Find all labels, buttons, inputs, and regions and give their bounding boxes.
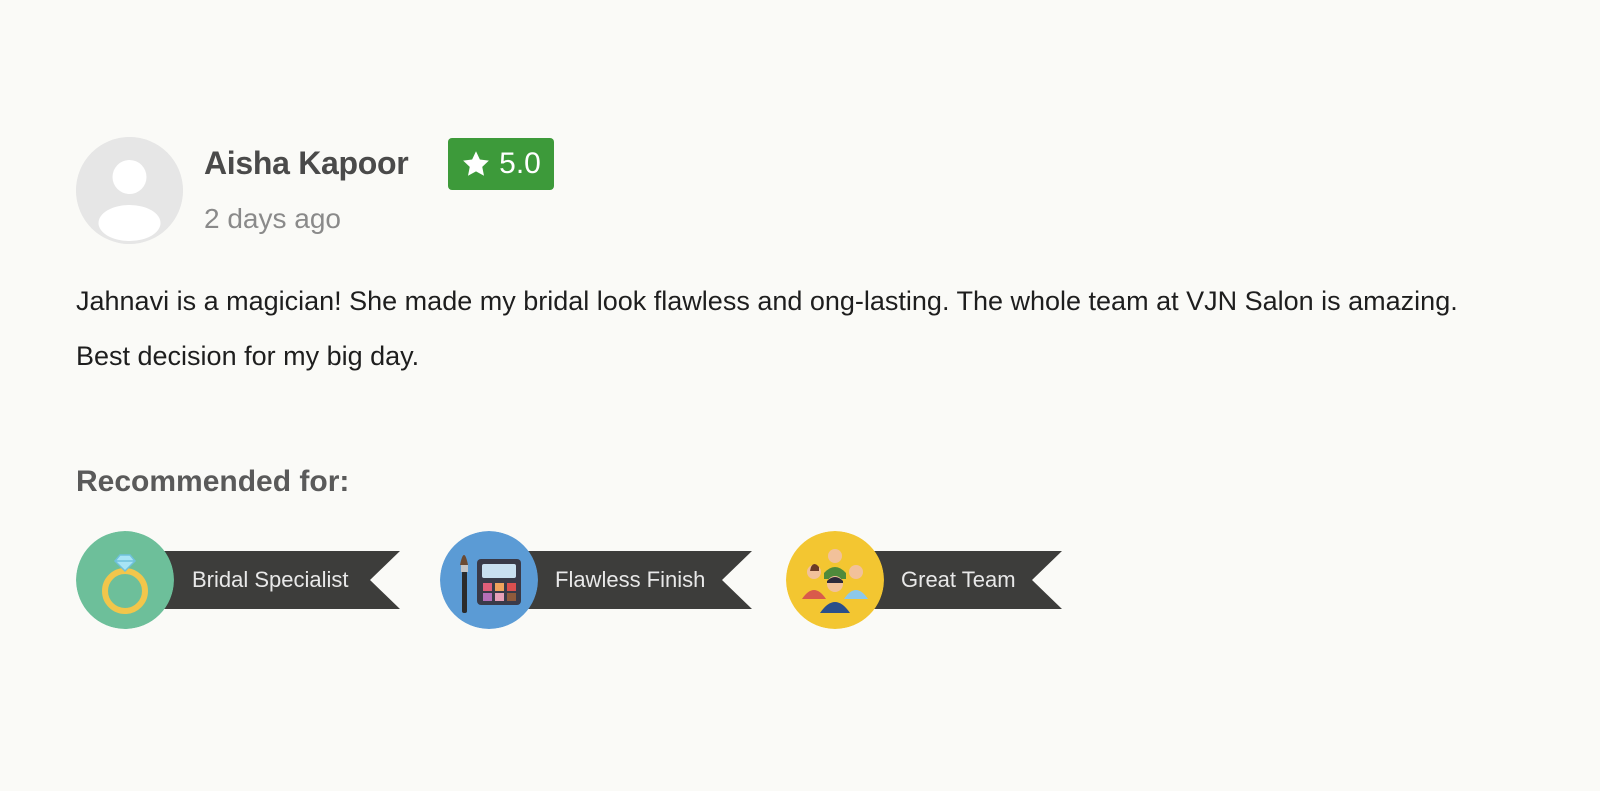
tag-label: Bridal Specialist <box>192 567 349 592</box>
user-placeholder-icon <box>76 137 183 244</box>
makeup-palette-icon <box>440 531 538 629</box>
review-text: Jahnavi is a magician! She made my brida… <box>76 286 1458 371</box>
rating-badge: 5.0 <box>448 138 554 190</box>
team-people-icon <box>786 531 884 629</box>
review-card: Aisha Kapoor 5.0 2 days ago Jahnavi is a… <box>0 0 1600 791</box>
tag-label: Flawless Finish <box>555 567 706 592</box>
tag-flawless-finish: Flawless Finish <box>440 531 752 629</box>
tag-great-team: Great Team <box>786 531 1062 629</box>
star-icon <box>461 149 491 179</box>
review-timestamp: 2 days ago <box>204 203 341 234</box>
tag-label: Great Team <box>901 567 1016 592</box>
author-name: Aisha Kapoor <box>204 145 409 181</box>
tag-bridal-specialist: Bridal Specialist <box>76 531 400 629</box>
diamond-ring-icon <box>76 531 174 629</box>
recommended-heading: Recommended for: <box>76 465 350 498</box>
avatar <box>76 137 183 244</box>
rating-value: 5.0 <box>499 147 541 180</box>
